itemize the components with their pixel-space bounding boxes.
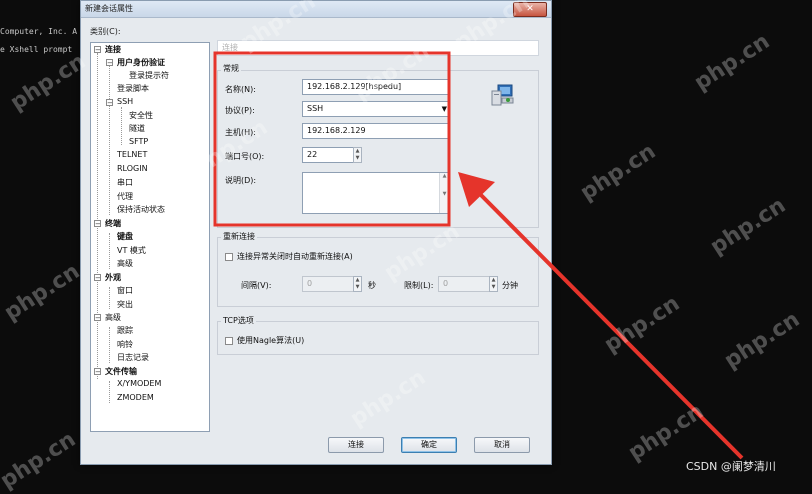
cancel-button[interactable]: 取消 xyxy=(474,437,530,453)
general-group-title: 常规 xyxy=(221,63,241,74)
arrow-down-icon[interactable]: ▼ xyxy=(354,155,361,162)
limit-input[interactable]: 0 xyxy=(438,276,490,292)
tree-item-appearance[interactable]: 外观 xyxy=(105,272,121,283)
port-input[interactable]: 22 xyxy=(302,147,354,163)
tree-item-advanced[interactable]: 高级 xyxy=(105,312,121,323)
arrow-up-icon[interactable]: ▲ xyxy=(490,277,497,284)
session-properties-dialog: 新建会话属性 ✕ 类别(C): − 连接 − 用户身份验证 登录提示符 登录脚本… xyxy=(80,0,552,465)
protocol-label: 协议(P): xyxy=(225,106,255,115)
tree-item-vt-mode[interactable]: VT 模式 xyxy=(117,245,146,256)
chevron-down-icon: ▼ xyxy=(441,105,447,113)
auto-reconnect-label: 连接异常关闭时自动重新连接(A) xyxy=(237,252,353,261)
category-label: 类别(C): xyxy=(90,27,121,36)
tree-item-xymodem[interactable]: X/YMODEM xyxy=(117,379,161,388)
tree-item-tunnel[interactable]: 隧道 xyxy=(129,123,145,134)
host-label: 主机(H): xyxy=(225,128,256,137)
tree-item-ssh[interactable]: SSH xyxy=(117,97,133,106)
tree-connector xyxy=(109,287,110,309)
interval-input[interactable]: 0 xyxy=(302,276,354,292)
nagle-label: 使用Nagle算法(U) xyxy=(237,336,305,345)
auto-reconnect-checkbox[interactable] xyxy=(225,253,233,261)
nagle-checkbox[interactable] xyxy=(225,337,233,345)
tree-connector xyxy=(109,65,110,215)
tree-item-terminal[interactable]: 终端 xyxy=(105,218,121,229)
interval-unit: 秒 xyxy=(368,281,376,290)
category-tree[interactable]: − 连接 − 用户身份验证 登录提示符 登录脚本 − SSH 安全性 隧道 SF… xyxy=(90,42,210,432)
tree-item-zmodem[interactable]: ZMODEM xyxy=(117,393,154,402)
limit-unit: 分钟 xyxy=(502,281,518,290)
collapse-icon[interactable]: − xyxy=(94,314,101,322)
close-button[interactable]: ✕ xyxy=(513,2,547,17)
tree-item-serial[interactable]: 串口 xyxy=(117,177,133,188)
interval-label: 间隔(V): xyxy=(241,281,272,290)
port-label: 端口号(O): xyxy=(225,152,265,161)
port-stepper[interactable]: ▲ ▼ xyxy=(353,147,362,163)
textarea-scrollbar[interactable]: ▲ ▼ xyxy=(439,173,449,213)
section-header: 连接 xyxy=(217,40,539,56)
dialog-title: 新建会话属性 xyxy=(85,4,133,13)
tree-connector xyxy=(121,107,122,145)
ok-button[interactable]: 确定 xyxy=(401,437,457,453)
collapse-icon[interactable]: − xyxy=(94,46,101,54)
collapse-icon[interactable]: − xyxy=(106,99,113,107)
author-credit: CSDN @阑梦清川 xyxy=(686,460,776,473)
tcp-group-title: TCP选项 xyxy=(221,315,256,326)
tree-item-keyboard[interactable]: 键盘 xyxy=(117,231,133,242)
limit-label: 限制(L): xyxy=(404,281,434,290)
collapse-icon[interactable]: − xyxy=(94,274,101,282)
reconnect-group-title: 重新连接 xyxy=(221,231,257,242)
reconnect-group xyxy=(217,237,539,307)
tree-item-rlogin[interactable]: RLOGIN xyxy=(117,164,148,173)
collapse-icon[interactable]: − xyxy=(106,59,113,67)
tree-item-sftp[interactable]: SFTP xyxy=(129,137,148,146)
tree-connector xyxy=(109,233,110,269)
tree-connector xyxy=(97,53,98,379)
tree-connector xyxy=(109,327,110,363)
tree-item-proxy[interactable]: 代理 xyxy=(117,191,133,202)
tree-connector xyxy=(109,381,110,403)
tree-item-logging[interactable]: 日志记录 xyxy=(117,352,149,363)
tree-item-telnet[interactable]: TELNET xyxy=(117,150,147,159)
tree-item-terminal-advanced[interactable]: 高级 xyxy=(117,258,133,269)
tree-item-login-prompt[interactable]: 登录提示符 xyxy=(129,70,169,81)
tree-item-login-script[interactable]: 登录脚本 xyxy=(117,83,149,94)
tree-item-trace[interactable]: 跟踪 xyxy=(117,325,133,336)
arrow-up-icon[interactable]: ▲ xyxy=(354,277,361,284)
name-label: 名称(N): xyxy=(225,85,256,94)
collapse-icon[interactable]: − xyxy=(94,368,101,376)
collapse-icon[interactable]: − xyxy=(94,220,101,228)
interval-stepper[interactable]: ▲ ▼ xyxy=(353,276,362,292)
terminal-line: e Xshell prompt xyxy=(0,45,73,54)
protocol-select[interactable]: SSH ▼ xyxy=(302,101,450,117)
computer-icon xyxy=(489,83,515,107)
dialog-titlebar: 新建会话属性 ✕ xyxy=(81,1,551,18)
tree-item-keepalive[interactable]: 保持活动状态 xyxy=(117,204,165,215)
limit-stepper[interactable]: ▲ ▼ xyxy=(489,276,498,292)
arrow-down-icon[interactable]: ▼ xyxy=(490,284,497,291)
tree-item-highlight[interactable]: 突出 xyxy=(117,299,133,310)
arrow-up-icon[interactable]: ▲ xyxy=(354,148,361,155)
description-textarea[interactable]: ▲ ▼ xyxy=(302,172,450,214)
tree-item-window[interactable]: 窗口 xyxy=(117,285,133,296)
name-input[interactable]: 192.168.2.129[hspedu] xyxy=(302,79,450,95)
protocol-value: SSH xyxy=(307,104,324,113)
arrow-down-icon[interactable]: ▼ xyxy=(354,284,361,291)
tree-item-bell[interactable]: 响铃 xyxy=(117,339,133,350)
terminal-line: Computer, Inc. A xyxy=(0,27,78,36)
tree-item-file-transfer[interactable]: 文件传输 xyxy=(105,366,137,377)
description-label: 说明(D): xyxy=(225,176,257,185)
tree-item-user-auth[interactable]: 用户身份验证 xyxy=(117,57,165,68)
tree-item-connection[interactable]: 连接 xyxy=(105,44,121,55)
connect-button[interactable]: 连接 xyxy=(328,437,384,453)
host-input[interactable]: 192.168.2.129 xyxy=(302,123,450,139)
tree-item-security[interactable]: 安全性 xyxy=(129,110,153,121)
